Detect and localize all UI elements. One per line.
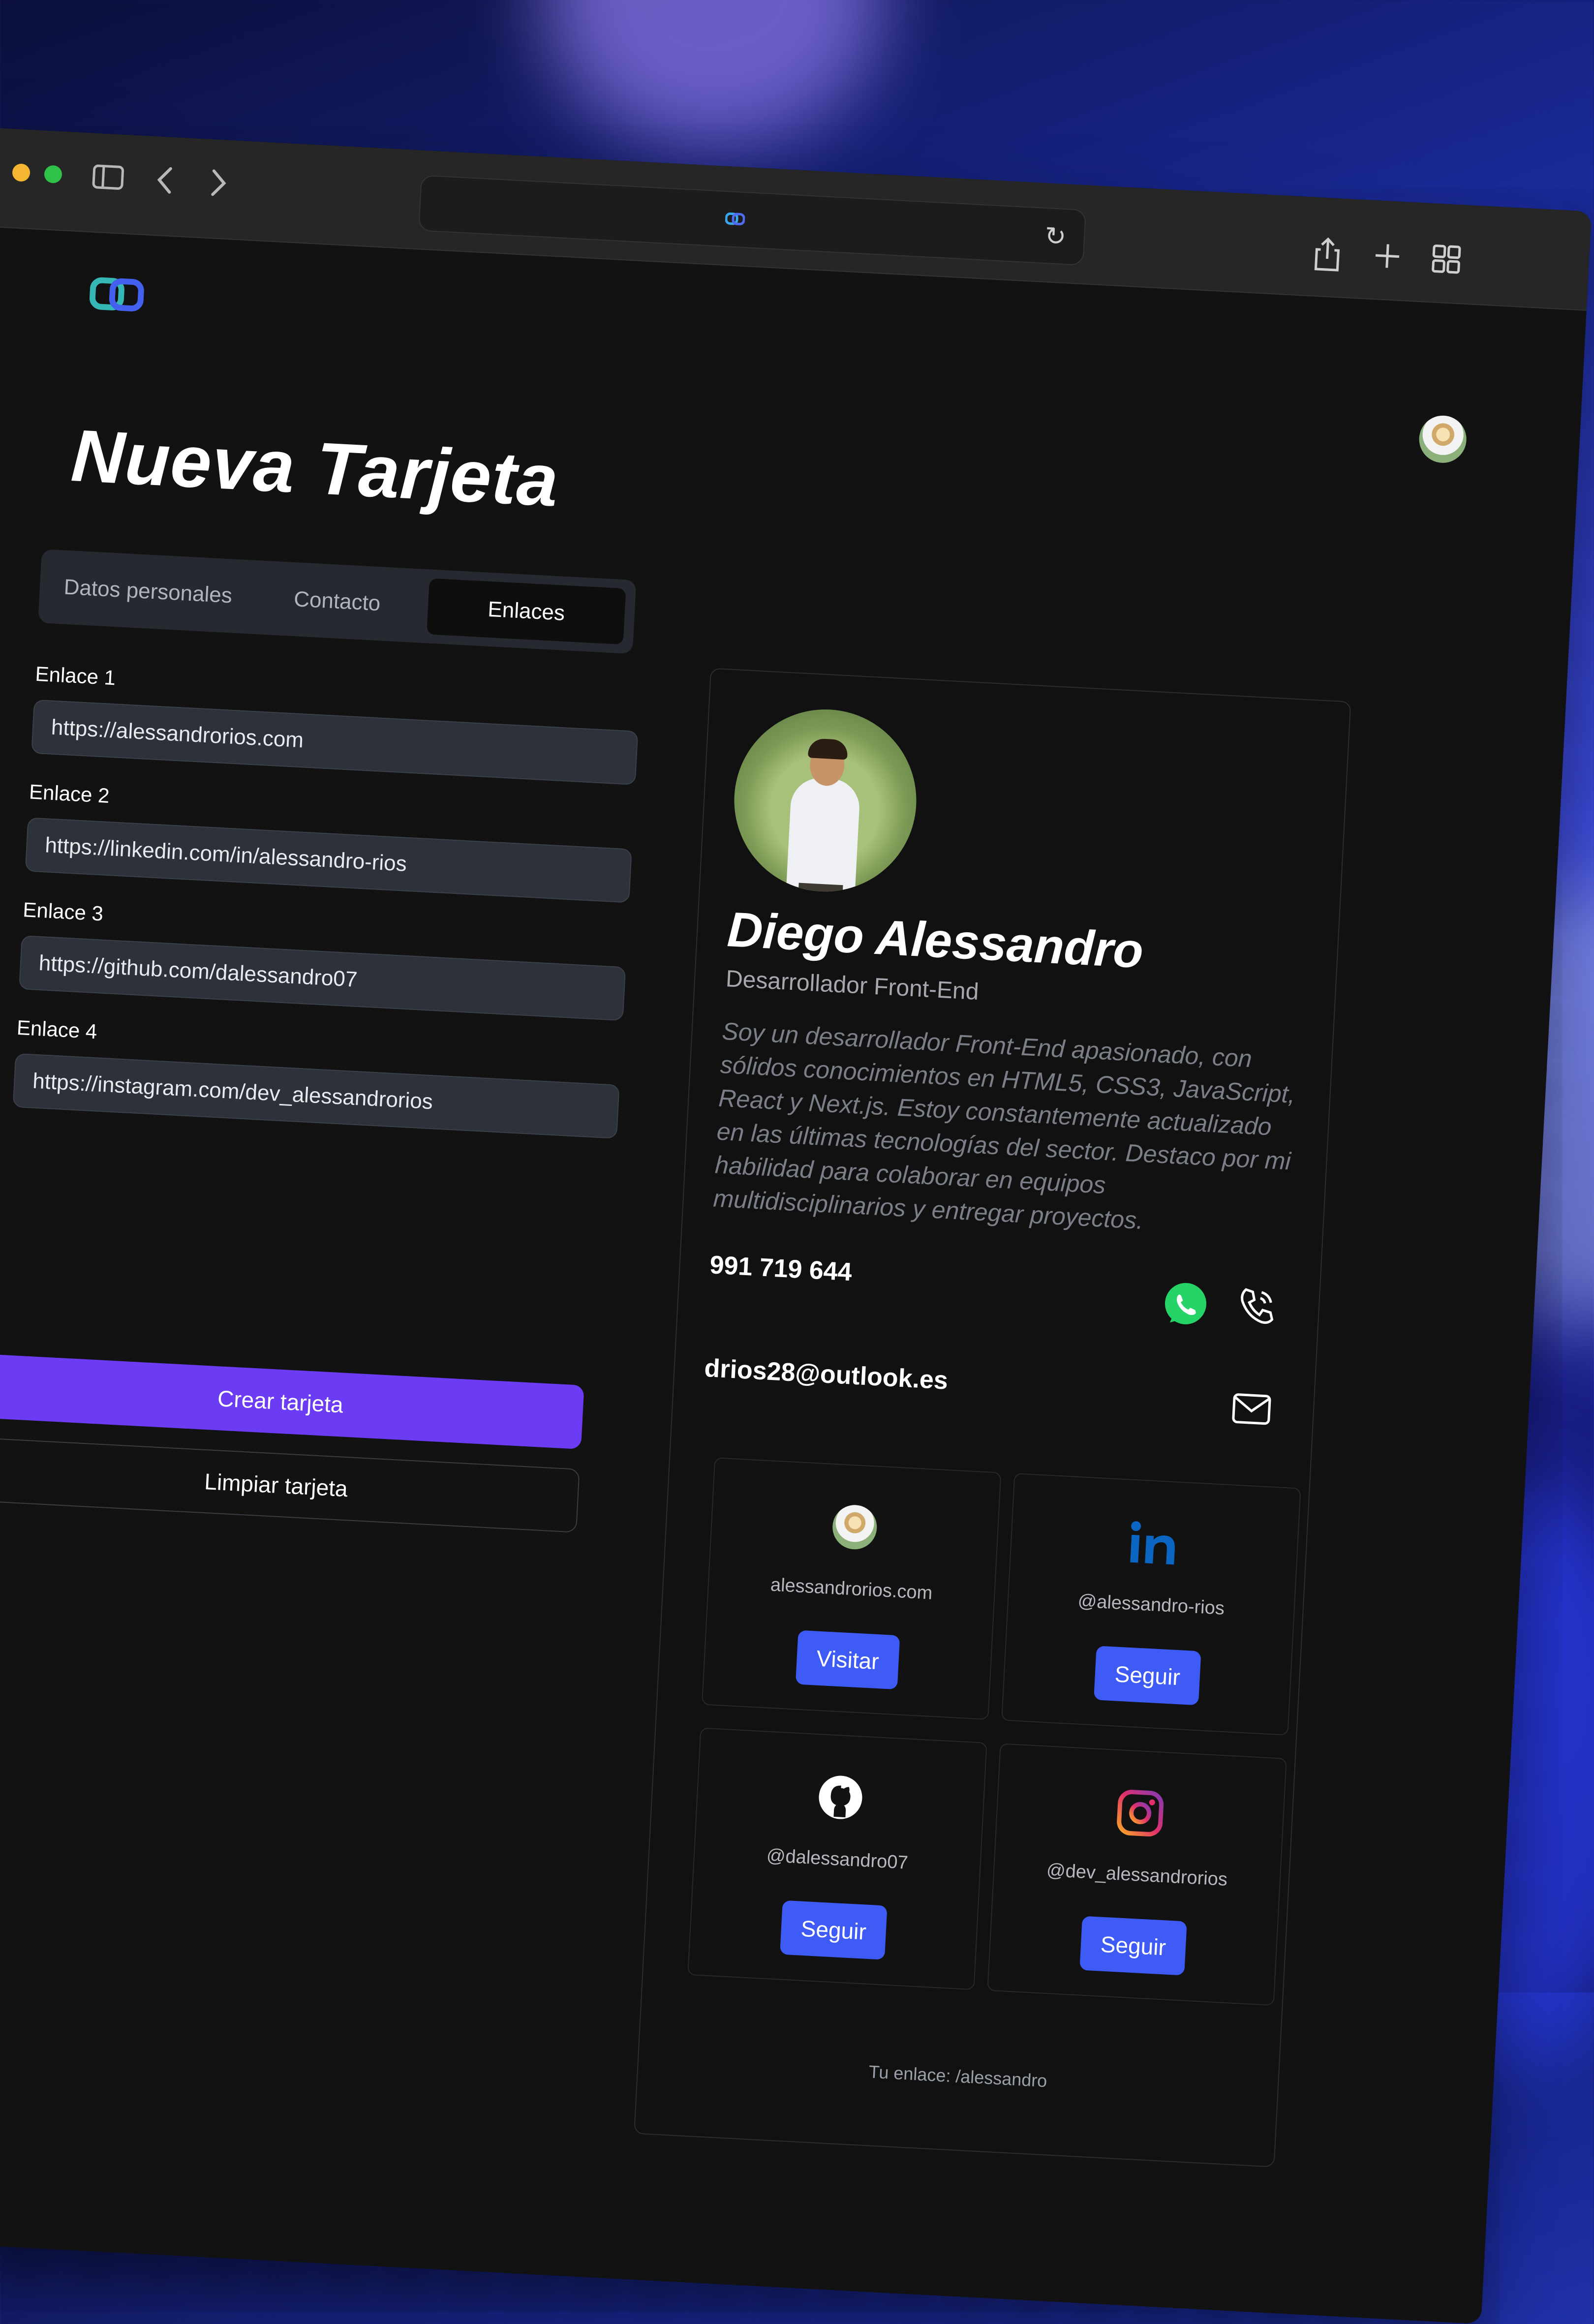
- link-card-instagram: @dev_alessandrorios Seguir: [987, 1743, 1287, 2006]
- clear-card-button[interactable]: Limpiar tarjeta: [0, 1437, 580, 1533]
- page-content: Nueva Tarjeta Datos personales Contacto …: [0, 221, 1587, 2324]
- page-title: Nueva Tarjeta: [69, 414, 561, 522]
- app-logo-icon[interactable]: [89, 276, 145, 313]
- link-field-2: Enlace 2 https://linkedin.com/in/alessan…: [25, 780, 634, 903]
- card-phone: 991 719 644: [709, 1251, 853, 1287]
- forward-arrow-icon[interactable]: [203, 164, 235, 201]
- card-name: Diego Alessandro: [726, 902, 1145, 979]
- link-card-text: @dev_alessandrorios: [1046, 1860, 1228, 1890]
- maximize-button[interactable]: [44, 165, 62, 184]
- create-card-button[interactable]: Crear tarjeta: [0, 1353, 584, 1449]
- github-icon: [812, 1769, 869, 1826]
- link-card-text: alessandrorios.com: [770, 1574, 933, 1604]
- background-glow: [541, 0, 886, 148]
- user-avatar[interactable]: [1418, 414, 1468, 464]
- follow-button[interactable]: Seguir: [780, 1900, 888, 1960]
- reload-icon[interactable]: ↻: [1044, 221, 1067, 252]
- profile-photo: [730, 704, 921, 896]
- card-role: Desarrollador Front-End: [725, 966, 980, 1005]
- link-field-3: Enlace 3 https://github.com/dalessandro0…: [19, 898, 628, 1021]
- new-tab-icon[interactable]: [1372, 240, 1403, 279]
- card-email: drios28@outlook.es: [704, 1353, 949, 1395]
- tab-contacto[interactable]: Contacto: [250, 569, 425, 634]
- share-icon[interactable]: [1312, 237, 1342, 280]
- follow-button[interactable]: Seguir: [1094, 1646, 1201, 1706]
- back-arrow-icon[interactable]: [149, 162, 181, 199]
- linkedin-icon: [1126, 1514, 1183, 1571]
- card-bio: Soy un desarrollador Front-End apasionad…: [712, 1017, 1296, 1235]
- sidebar-toggle-icon[interactable]: [90, 158, 126, 196]
- link-card-website: alessandrorios.com Visitar: [701, 1457, 1002, 1720]
- link-card-linkedin: @alessandro-rios Seguir: [1001, 1473, 1301, 1736]
- link-field-4: Enlace 4 https://instagram.com/dev_aless…: [12, 1016, 622, 1139]
- phone-icon[interactable]: [1234, 1283, 1281, 1329]
- link-card-text: @alessandro-rios: [1077, 1590, 1225, 1619]
- follow-button[interactable]: Seguir: [1079, 1916, 1187, 1976]
- tab-overview-icon[interactable]: [1430, 243, 1462, 282]
- email-icon[interactable]: [1228, 1386, 1275, 1433]
- whatsapp-icon[interactable]: [1160, 1279, 1211, 1330]
- tab-enlaces[interactable]: Enlaces: [427, 578, 626, 645]
- instagram-icon: [1112, 1785, 1169, 1842]
- browser-window: ↻ Nueva Tarjeta Datos personales Contact…: [0, 123, 1592, 2324]
- tab-bar: Datos personales Contacto Enlaces: [38, 549, 637, 654]
- minimize-button[interactable]: [12, 163, 31, 182]
- link-card-text: @dalessandro07: [766, 1845, 909, 1873]
- card-preview: Diego Alessandro Desarrollador Front-End…: [634, 668, 1351, 2168]
- address-bar[interactable]: ↻: [418, 175, 1087, 266]
- site-favicon-icon: [725, 212, 745, 225]
- visit-button[interactable]: Visitar: [795, 1630, 900, 1690]
- link-field-1: Enlace 1 https://alessandrorios.com: [31, 662, 640, 785]
- link-card-github: @dalessandro07 Seguir: [687, 1727, 987, 1990]
- tab-datos-personales[interactable]: Datos personales: [48, 558, 247, 625]
- card-footer-link: Tu enlace: /alessandro: [868, 2061, 1048, 2091]
- avatar-icon: [826, 1498, 883, 1556]
